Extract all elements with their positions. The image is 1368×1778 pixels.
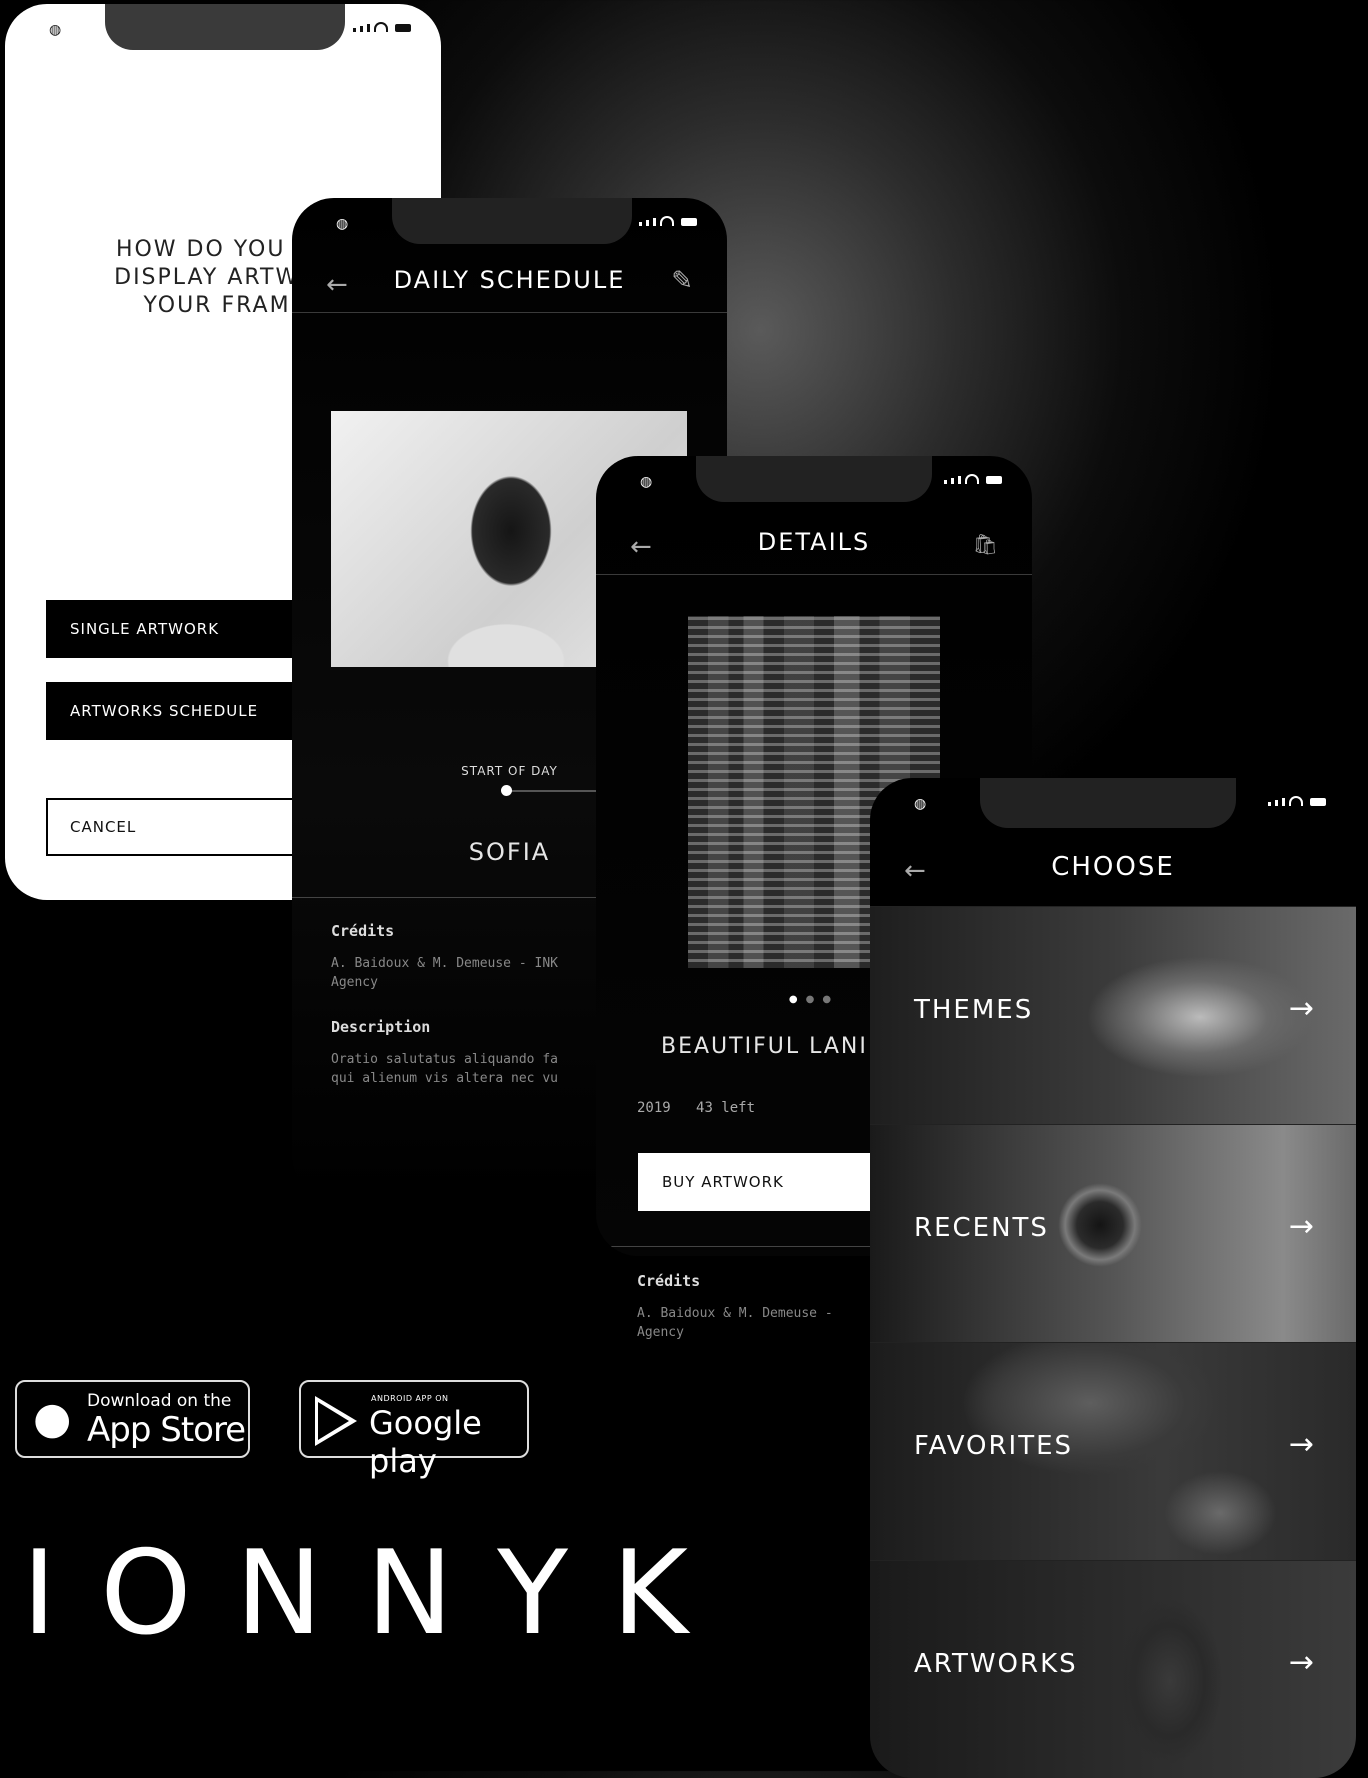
phone-notch xyxy=(980,778,1236,828)
app-store-badge[interactable]: ● Download on the App Store xyxy=(15,1380,250,1458)
category-label: RECENTS xyxy=(914,1213,1049,1243)
battery-icon xyxy=(986,476,1002,484)
details-credits-heading: Crédits xyxy=(637,1272,701,1290)
status-indicators xyxy=(353,22,411,32)
category-label: ARTWORKS xyxy=(914,1649,1078,1679)
battery-icon xyxy=(395,24,411,32)
page-title: DETAILS xyxy=(757,528,871,556)
description-text: Oratio salutatus aliquando fa qui alienu… xyxy=(331,1052,558,1086)
phone-notch xyxy=(696,456,932,502)
battery-icon xyxy=(681,218,697,226)
badge-small-text: ANDROID APP ON xyxy=(371,1394,449,1403)
description-heading: Description xyxy=(331,1018,431,1036)
phone-notch xyxy=(392,198,632,244)
category-artworks[interactable]: ARTWORKS → xyxy=(870,1560,1356,1778)
signal-icon xyxy=(639,222,642,226)
arrow-right-icon: → xyxy=(1288,991,1314,1026)
status-logo-icon: ◍ xyxy=(336,216,349,232)
status-indicators xyxy=(944,474,1002,484)
wifi-icon xyxy=(965,474,979,484)
category-label: FAVORITES xyxy=(914,1431,1074,1461)
choose-screen: ◍ ← CHOOSE THEMES → RECENTS → FAVORITES … xyxy=(870,778,1356,1778)
phone-notch xyxy=(105,4,345,50)
wifi-icon xyxy=(660,216,674,226)
artwork-title: BEAUTIFUL LANI xyxy=(661,1034,868,1059)
time-slider-handle[interactable] xyxy=(501,785,512,796)
status-logo-icon: ◍ xyxy=(914,796,927,812)
schedule-header: ← DAILY SCHEDULE ✎ xyxy=(292,256,727,313)
artwork-year: 2019 xyxy=(637,1100,671,1116)
status-logo-icon: ◍ xyxy=(640,474,653,490)
signal-icon xyxy=(353,28,356,32)
arrow-right-icon: → xyxy=(1288,1209,1314,1244)
details-header: ← DETAILS 🛍 xyxy=(596,518,1032,575)
status-indicators xyxy=(639,216,697,226)
details-credits-text: A. Baidoux & M. Demeuse - Agency xyxy=(637,1306,833,1340)
badge-small-text: Download on the xyxy=(87,1391,232,1411)
category-themes[interactable]: THEMES → xyxy=(870,906,1356,1125)
apple-logo-icon: ● xyxy=(33,1393,72,1444)
play-triangle-icon xyxy=(315,1396,357,1446)
page-title: CHOOSE xyxy=(1051,852,1175,882)
shopping-bag-icon[interactable]: 🛍 xyxy=(973,532,998,556)
credits-text: A. Baidoux & M. Demeuse - INK Agency xyxy=(331,956,558,990)
wifi-icon xyxy=(374,22,388,32)
badge-big-text: Google play xyxy=(369,1404,482,1480)
choose-header: ← CHOOSE xyxy=(870,842,1356,898)
edit-pencil-icon[interactable]: ✎ xyxy=(671,266,693,296)
artwork-stock: 43 left xyxy=(696,1100,756,1116)
signal-icon xyxy=(944,480,947,484)
brand-logo: IONNYK xyxy=(22,1526,732,1661)
category-label: THEMES xyxy=(914,995,1034,1025)
artwork-meta: 2019 43 left xyxy=(637,1100,755,1116)
arrow-right-icon: → xyxy=(1288,1645,1314,1680)
google-play-badge[interactable]: ANDROID APP ON Google play xyxy=(299,1380,529,1480)
wifi-icon xyxy=(1289,796,1303,806)
category-favorites[interactable]: FAVORITES → xyxy=(870,1342,1356,1561)
page-title: DAILY SCHEDULE xyxy=(393,266,626,294)
status-logo-icon: ◍ xyxy=(49,22,62,38)
status-indicators xyxy=(1268,796,1326,806)
battery-icon xyxy=(1310,798,1326,806)
signal-icon xyxy=(1268,802,1271,806)
badge-big-text: App Store xyxy=(87,1410,246,1450)
category-recents[interactable]: RECENTS → xyxy=(870,1124,1356,1343)
credits-heading: Crédits xyxy=(331,922,395,940)
arrow-right-icon: → xyxy=(1288,1427,1314,1462)
